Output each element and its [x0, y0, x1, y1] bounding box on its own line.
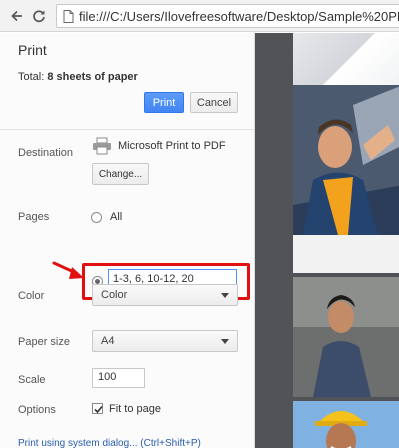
preview-page: [293, 401, 399, 448]
url-text: file:///C:/Users/Ilovefreesoftware/Deskt…: [79, 9, 399, 24]
paper-size-value: A4: [101, 335, 115, 347]
header-divider: [0, 129, 254, 130]
color-select[interactable]: Color: [92, 284, 238, 306]
printer-name: Microsoft Print to PDF: [118, 140, 226, 152]
preview-worker-photo: [293, 401, 399, 448]
fit-to-page-checkbox[interactable]: [92, 403, 103, 414]
print-title: Print: [18, 42, 47, 58]
fit-to-page-label: Fit to page: [109, 403, 161, 415]
checkmark-icon: [94, 405, 103, 414]
preview-page: [293, 277, 399, 397]
preview-page: [293, 33, 399, 273]
paper-size-select[interactable]: A4: [92, 330, 238, 352]
pages-label: Pages: [18, 211, 50, 223]
printer-icon: [93, 137, 111, 155]
preview-white-band: [293, 235, 399, 273]
address-bar[interactable]: file:///C:/Users/Ilovefreesoftware/Deskt…: [56, 4, 399, 28]
sheet-summary: Total: 8 sheets of paper: [18, 71, 138, 83]
back-arrow-icon[interactable]: [8, 7, 26, 25]
pages-all-label: All: [110, 211, 123, 223]
preview-worker-photo: [293, 85, 399, 235]
change-destination-button[interactable]: Change...: [92, 163, 149, 185]
system-dialog-link[interactable]: Print using system dialog... (Ctrl+Shift…: [18, 438, 201, 448]
print-settings-panel: Print Total: 8 sheets of paper Print Can…: [0, 33, 255, 448]
color-label: Color: [18, 290, 45, 302]
destination-label: Destination: [18, 147, 74, 159]
page-icon: [63, 10, 74, 23]
scale-label: Scale: [18, 374, 46, 386]
pages-all-radio[interactable]: [91, 212, 102, 223]
preview-worker-photo: [293, 277, 399, 397]
reload-icon[interactable]: [30, 7, 48, 25]
browser-toolbar: file:///C:/Users/Ilovefreesoftware/Deskt…: [0, 0, 399, 32]
scale-input[interactable]: 100: [92, 368, 145, 388]
chevron-down-icon: [221, 339, 229, 344]
summary-value: 8 sheets of paper: [47, 71, 138, 83]
cancel-button[interactable]: Cancel: [190, 92, 238, 113]
print-button[interactable]: Print: [144, 92, 184, 113]
chevron-down-icon: [221, 293, 229, 298]
options-label: Options: [18, 404, 56, 416]
summary-prefix: Total:: [18, 71, 48, 83]
print-preview-area[interactable]: [255, 33, 399, 448]
color-select-value: Color: [101, 289, 128, 301]
paper-size-label: Paper size: [18, 336, 70, 348]
